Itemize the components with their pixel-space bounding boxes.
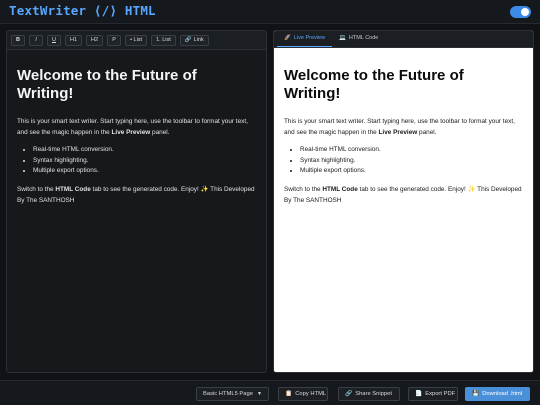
share-snippet-button[interactable]: 🔗 Share Snippet [338,387,400,401]
heading2-button[interactable]: H2 [86,34,104,46]
preview-pane: 🚀 Live Preview 💻 HTML Code Welcome to th… [273,30,534,373]
top-bar: TextWriter ⟨/⟩ HTML [0,0,540,24]
link-button-label: Link [193,37,204,43]
preview-feature-list: Real-time HTML conversion. Syntax highli… [300,145,524,177]
bold-button[interactable]: B [11,34,25,46]
list-item: Multiple export options. [33,166,256,177]
monitor-icon: 💻 [339,35,346,41]
footer-bar: Basic HTML5 Page ▼ 📋 Copy HTML 🔗 Share S… [0,380,540,405]
editor-feature-list: Real-time HTML conversion. Syntax highli… [33,145,256,177]
tab-html-code-label: HTML Code [348,35,379,41]
preview-paragraph-2: Switch to the HTML Code tab to see the g… [284,185,522,204]
floppy-disk-icon: 💾 [472,391,480,397]
caret-down-icon: ▼ [257,391,262,397]
document-icon: 📄 [415,391,423,397]
rocket-icon: 🚀 [284,34,291,41]
copy-html-button[interactable]: 📋 Copy HTML [278,387,328,401]
share-snippet-label: Share Snippet [355,391,392,397]
tab-html-code[interactable]: 💻 HTML Code [332,31,385,47]
bullet-list-button[interactable]: • List [125,34,148,46]
underline-button[interactable]: U [47,34,61,46]
list-item: Syntax highlighting. [300,156,524,167]
numbered-list-button[interactable]: 1. List [151,34,176,46]
tab-live-preview-label: Live Preview [293,34,326,41]
template-select[interactable]: Basic HTML5 Page ▼ [196,387,269,401]
link-button[interactable]: 🔗 Link [179,34,209,46]
download-html-button[interactable]: 💾 Download .html [465,387,530,401]
preview-tabs: 🚀 Live Preview 💻 HTML Code [274,31,533,48]
preview-paragraph-1: This is your smart text writer. Start ty… [284,118,515,136]
editor-text-area[interactable]: Welcome to the Future of Writing! This i… [7,50,266,206]
theme-toggle[interactable] [510,6,531,18]
link-icon: 🔗 [345,391,353,397]
template-select-value: Basic HTML5 Page [203,391,253,397]
tab-live-preview[interactable]: 🚀 Live Preview [277,31,333,47]
link-icon: 🔗 [184,37,192,43]
italic-button[interactable]: I [29,34,43,46]
list-item: Real-time HTML conversion. [300,145,524,156]
paragraph-button[interactable]: P [107,34,122,46]
download-html-label: Download .html [482,391,523,397]
list-item: Real-time HTML conversion. [33,145,256,156]
heading1-button[interactable]: H1 [65,34,83,46]
app-title: TextWriter ⟨/⟩ HTML [9,3,156,18]
editor-pane: B I U H1 H2 P • List 1. List 🔗 Link Welc… [6,30,267,373]
clipboard-icon: 📋 [285,391,293,397]
export-pdf-button[interactable]: 📄 Export PDF [408,387,458,401]
editor-toolbar: B I U H1 H2 P • List 1. List 🔗 Link [7,31,266,50]
preview-heading: Welcome to the Future of Writing! [284,67,464,102]
editor-paragraph-2: Switch to the HTML Code tab to see the g… [17,185,255,204]
live-preview-content: Welcome to the Future of Writing! This i… [274,48,533,206]
editor-heading: Welcome to the Future of Writing! [17,67,197,102]
toggle-knob [521,8,529,16]
export-pdf-label: Export PDF [425,391,456,397]
list-item: Syntax highlighting. [33,156,256,167]
editor-paragraph-1: This is your smart text writer. Start ty… [17,118,248,136]
copy-html-label: Copy HTML [295,391,327,397]
list-item: Multiple export options. [300,166,524,177]
